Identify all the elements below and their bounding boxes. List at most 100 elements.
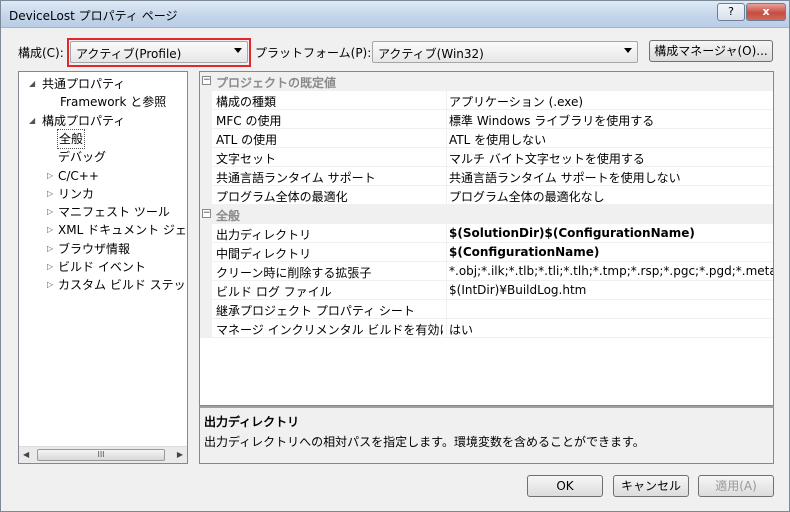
platform-combo-value: アクティブ(Win32) — [378, 47, 484, 61]
tree-item-label: 共通プロパティ — [42, 77, 126, 91]
cancel-button[interactable]: キャンセル — [613, 475, 689, 497]
column-divider[interactable] — [446, 281, 447, 300]
grid-row[interactable]: MFC の使用 標準 Windows ライブラリを使用する — [200, 110, 773, 129]
scroll-right-icon[interactable]: ▶ — [177, 450, 183, 459]
property-value[interactable]: 標準 Windows ライブラリを使用する — [449, 112, 773, 129]
settings-tree: ◢ 共通プロパティ Framework と参照 ◢ 構成プロパティ 全般 デバッグ ▷ C/C+… — [18, 71, 188, 464]
property-pages-dialog: DeviceLost プロパティ ページ ? x 構成(C): アクティブ(Pr… — [0, 0, 790, 512]
property-name: ビルド ログ ファイル — [216, 285, 332, 299]
config-manager-button[interactable]: 構成マネージャ(O)... — [649, 40, 773, 62]
tree-scrollbar[interactable]: ◀ III ▶ — [19, 446, 187, 463]
title-bar: DeviceLost プロパティ ページ ? x — [1, 1, 789, 28]
grid-row[interactable]: 構成の種類 アプリケーション (.exe) — [200, 91, 773, 110]
tree-item-label: カスタム ビルド ステップ — [58, 278, 188, 293]
collapsed-arrow-icon[interactable]: ▷ — [47, 240, 53, 258]
tree-item-label: C/C++ — [58, 168, 99, 183]
ok-button[interactable]: OK — [527, 475, 603, 497]
column-divider[interactable] — [446, 110, 447, 129]
column-divider[interactable] — [446, 91, 447, 110]
scroll-left-icon[interactable]: ◀ — [23, 450, 29, 459]
grid-row[interactable]: ATL の使用 ATL を使用しない — [200, 129, 773, 148]
close-button[interactable]: x — [746, 3, 786, 21]
property-value[interactable]: *.obj;*.ilk;*.tlb;*.tli;*.tlh;*.tmp;*.rs… — [449, 264, 773, 278]
column-divider[interactable] — [446, 186, 447, 205]
row-gutter — [200, 300, 212, 319]
row-gutter — [200, 110, 212, 129]
property-value[interactable]: アプリケーション (.exe) — [449, 93, 773, 110]
apply-button[interactable]: 適用(A) — [698, 475, 774, 497]
property-value[interactable]: マルチ バイト文字セットを使用する — [449, 150, 773, 167]
collapsed-arrow-icon[interactable]: ▷ — [47, 258, 53, 276]
property-name: 中間ディレクトリ — [216, 247, 312, 261]
property-grid: − プロジェクトの既定値 構成の種類 アプリケーション (.exe) MFC の使用 標準… — [199, 71, 774, 406]
expanded-arrow-icon[interactable]: ◢ — [29, 75, 35, 93]
property-name: ATL の使用 — [216, 133, 278, 147]
property-value[interactable]: $(ConfigurationName) — [449, 245, 773, 259]
grid-row[interactable]: プログラム全体の最適化 プログラム全体の最適化なし — [200, 186, 773, 205]
property-name: クリーン時に削除する拡張子 — [216, 266, 372, 280]
property-value[interactable]: ATL を使用しない — [449, 131, 773, 148]
column-divider[interactable] — [446, 300, 447, 319]
grid-row[interactable]: 継承プロジェクト プロパティ シート — [200, 300, 773, 319]
property-value[interactable]: プログラム全体の最適化なし — [449, 188, 773, 205]
category-name: 全般 — [216, 209, 241, 223]
grid-row[interactable]: ビルド ログ ファイル $(IntDir)¥BuildLog.htm — [200, 281, 773, 300]
column-divider[interactable] — [446, 167, 447, 186]
grid-row[interactable]: マネージ インクリメンタル ビルドを有効にす はい — [200, 319, 773, 338]
column-divider[interactable] — [446, 224, 447, 243]
tree-item-label: ビルド イベント — [58, 260, 146, 274]
property-name: 出力ディレクトリ — [216, 228, 312, 242]
row-gutter — [200, 129, 212, 148]
column-divider[interactable] — [446, 243, 447, 262]
property-name: 構成の種類 — [216, 95, 277, 109]
property-value[interactable]: はい — [449, 321, 773, 338]
category-name: プロジェクトの既定値 — [216, 76, 337, 90]
expanded-arrow-icon[interactable]: ◢ — [29, 112, 35, 130]
platform-combo[interactable]: アクティブ(Win32) — [372, 41, 638, 63]
row-gutter — [200, 281, 212, 300]
collapse-icon[interactable]: − — [202, 209, 211, 218]
grid-row[interactable]: 中間ディレクトリ $(ConfigurationName) — [200, 243, 773, 262]
scroll-thumb[interactable]: III — [37, 449, 165, 461]
grid-category[interactable]: − プロジェクトの既定値 — [200, 72, 773, 91]
tree-item-label: Framework と参照 — [60, 95, 167, 110]
description-panel: 出力ディレクトリ 出力ディレクトリへの相対パスを指定します。環境変数を含めること… — [199, 406, 774, 464]
grid-category[interactable]: − 全般 — [200, 205, 773, 224]
row-gutter — [200, 224, 212, 243]
collapse-icon[interactable]: − — [202, 76, 211, 85]
tree-item-label: XML ドキュメント ジェネ — [58, 223, 188, 238]
row-gutter — [200, 167, 212, 186]
column-divider[interactable] — [446, 262, 447, 281]
property-value[interactable]: 共通言語ランタイム サポートを使用しない — [449, 169, 773, 186]
tree-item-label: デバッグ — [58, 150, 107, 165]
grid-row[interactable]: 文字セット マルチ バイト文字セットを使用する — [200, 148, 773, 167]
collapsed-arrow-icon[interactable]: ▷ — [47, 167, 53, 185]
property-name: 共通言語ランタイム サポート — [216, 171, 376, 185]
collapsed-arrow-icon[interactable]: ▷ — [47, 203, 53, 221]
tree-item-label: 全般 — [56, 128, 86, 149]
column-divider[interactable] — [446, 148, 447, 167]
row-gutter — [200, 148, 212, 167]
help-button[interactable]: ? — [717, 3, 745, 21]
property-value[interactable]: $(SolutionDir)$(ConfigurationName) — [449, 226, 773, 240]
column-divider[interactable] — [446, 129, 447, 148]
grid-row[interactable]: 共通言語ランタイム サポート 共通言語ランタイム サポートを使用しない — [200, 167, 773, 186]
collapsed-arrow-icon[interactable]: ▷ — [47, 221, 53, 239]
tree-item-label: マニフェスト ツール — [58, 205, 170, 220]
column-divider[interactable] — [446, 319, 447, 338]
property-name: マネージ インクリメンタル ビルドを有効にす — [216, 323, 444, 337]
row-gutter — [200, 319, 212, 338]
property-value[interactable]: $(IntDir)¥BuildLog.htm — [449, 283, 773, 297]
collapsed-arrow-icon[interactable]: ▷ — [47, 185, 53, 203]
description-title: 出力ディレクトリ — [204, 415, 300, 429]
grid-row[interactable]: クリーン時に削除する拡張子 *.obj;*.ilk;*.tlb;*.tli;*.t… — [200, 262, 773, 281]
grid-row[interactable]: 出力ディレクトリ $(SolutionDir)$(ConfigurationNam… — [200, 224, 773, 243]
config-label: 構成(C): — [18, 46, 64, 60]
property-name: MFC の使用 — [216, 114, 282, 128]
row-gutter — [200, 91, 212, 110]
row-gutter — [200, 243, 212, 262]
description-text: 出力ディレクトリへの相対パスを指定します。環境変数を含めることができます。 — [204, 435, 645, 449]
property-name: 文字セット — [216, 152, 277, 166]
highlight-box — [67, 38, 251, 67]
collapsed-arrow-icon[interactable]: ▷ — [47, 276, 53, 294]
